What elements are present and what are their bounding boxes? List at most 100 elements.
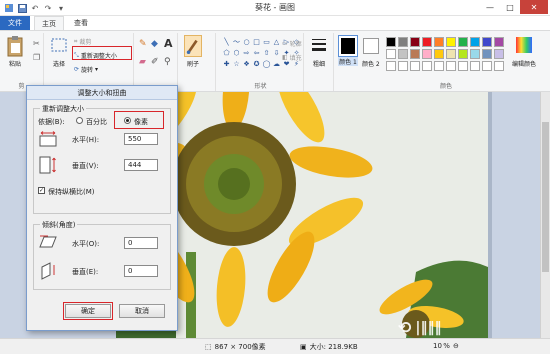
shape-tool-18[interactable]: ❖ [242,59,251,69]
shape-tool-9[interactable]: ⬡ [232,48,241,58]
vertical-resize-icon [39,156,56,174]
shape-tool-12[interactable]: ⇧ [262,48,271,58]
color1-label: 颜色 1 [338,57,358,66]
palette-swatch-23[interactable] [422,61,432,71]
shape-tool-19[interactable]: ✪ [252,59,261,69]
shape-tool-20[interactable]: ◯ [262,59,271,69]
palette-swatch-12[interactable] [410,49,420,59]
outline-button[interactable]: ▭ 轮廓 [282,39,302,48]
size-button[interactable]: 粗细 [310,35,328,68]
color-picker-icon[interactable]: ✐ [151,57,159,67]
size-label: 粗细 [312,61,325,68]
resize-skew-dialog: 调整大小和扭曲 重新调整大小 依据(B): 百分比 像素 水平(H): 550 … [26,85,178,331]
palette-swatch-16[interactable] [458,49,468,59]
percent-label: 百分比 [86,118,107,126]
watermark-icon: ⟲ [398,318,412,337]
shape-tool-13[interactable]: ⇩ [272,48,281,58]
close-button[interactable]: ✕ [520,0,548,14]
shape-tool-21[interactable]: ☁ [272,59,281,69]
select-button[interactable]: 选择 [50,35,68,68]
shape-tool-4[interactable]: ▭ [262,37,271,47]
vertical-input[interactable]: 444 [124,159,158,171]
rotate-label: 旋转 [81,67,94,74]
skew-v-input[interactable]: 0 [124,265,158,277]
palette-swatch-2[interactable] [410,37,420,47]
fill-bucket-icon[interactable]: ◆ [151,39,158,49]
skew-h-input[interactable]: 0 [124,237,158,249]
rotate-button[interactable]: ⟳ 旋转 ▾ [74,65,98,74]
palette-swatch-8[interactable] [482,37,492,47]
shape-tool-5[interactable]: △ [272,37,281,47]
palette-swatch-21[interactable] [398,61,408,71]
percent-radio[interactable] [76,117,83,124]
eraser-icon[interactable]: ▰ [139,57,146,67]
crop-button[interactable]: ⌗ 裁剪 [74,37,91,47]
zoom-out-button[interactable]: ⊖ [453,342,459,350]
tab-view[interactable]: 查看 [66,16,96,30]
fill-label: 填充 [289,55,302,62]
rainbow-palette-icon [516,37,532,53]
palette-swatch-14[interactable] [434,49,444,59]
shape-tool-8[interactable]: ⬠ [222,48,231,58]
shape-tool-10[interactable]: ⇨ [242,48,251,58]
cancel-button[interactable]: 取消 [119,304,165,318]
cut-icon[interactable]: ✂ [33,39,40,48]
palette-swatch-9[interactable] [494,37,504,47]
shape-tool-17[interactable]: ☆ [232,59,241,69]
clipboard-group: 粘贴 ✂ ❐ 剪 [0,33,44,91]
palette-swatch-1[interactable] [398,37,408,47]
clipboard-icon [7,36,23,57]
palette-swatch-0[interactable] [386,37,396,47]
paste-button[interactable]: 粘贴 [6,35,24,68]
palette-swatch-26[interactable] [458,61,468,71]
palette-swatch-28[interactable] [482,61,492,71]
vertical-skew-icon [41,262,55,280]
palette-swatch-22[interactable] [410,61,420,71]
palette-swatch-24[interactable] [434,61,444,71]
edit-colors-button[interactable]: 编辑颜色 [512,35,536,68]
paste-label: 粘贴 [8,61,21,68]
palette-swatch-15[interactable] [446,49,456,59]
dimensions-text: 867 × 700像素 [214,343,266,351]
shape-tool-11[interactable]: ⇦ [252,48,261,58]
copy-icon[interactable]: ❐ [33,53,40,62]
maximize-button[interactable]: □ [500,0,520,14]
palette-swatch-25[interactable] [446,61,456,71]
color1-button[interactable]: 颜色 1 [338,35,358,66]
minimize-button[interactable]: — [480,0,500,14]
fill-button[interactable]: ◧ 填充 [282,53,302,62]
vertical-scrollbar[interactable] [540,92,550,338]
scrollbar-thumb[interactable] [542,122,549,272]
color2-button[interactable]: 颜色 2 [362,35,380,68]
palette-swatch-27[interactable] [470,61,480,71]
keep-ratio-checkbox[interactable]: ✓ [38,187,45,194]
edit-colors-label: 编辑颜色 [512,61,537,68]
magnifier-icon[interactable]: ⚲ [164,57,171,67]
palette-swatch-11[interactable] [398,49,408,59]
palette-swatch-17[interactable] [470,49,480,59]
palette-swatch-5[interactable] [446,37,456,47]
shape-tool-0[interactable]: ╲ [222,37,231,47]
brushes-button[interactable]: 刷子 [184,35,202,68]
palette-swatch-4[interactable] [434,37,444,47]
palette-swatch-6[interactable] [458,37,468,47]
shape-tool-1[interactable]: 〜 [232,37,241,47]
palette-swatch-7[interactable] [470,37,480,47]
rotate-icon: ⟳ [74,66,80,73]
horizontal-input[interactable]: 550 [124,133,158,145]
palette-swatch-20[interactable] [386,61,396,71]
image-group: 选择 ⌗ 裁剪 ⤡ 重新调整大小 ⟳ 旋转 ▾ [46,33,134,91]
tab-file[interactable]: 文件 [0,16,30,30]
palette-swatch-29[interactable] [494,61,504,71]
palette-swatch-18[interactable] [482,49,492,59]
palette-swatch-3[interactable] [422,37,432,47]
shape-tool-2[interactable]: ○ [242,37,251,47]
palette-swatch-13[interactable] [422,49,432,59]
text-icon[interactable]: A [164,37,173,50]
palette-swatch-19[interactable] [494,49,504,59]
tab-home[interactable]: 主页 [34,16,64,30]
palette-swatch-10[interactable] [386,49,396,59]
pencil-icon[interactable]: ✎ [139,39,147,49]
shape-tool-16[interactable]: ✚ [222,59,231,69]
shape-tool-3[interactable]: □ [252,37,261,47]
